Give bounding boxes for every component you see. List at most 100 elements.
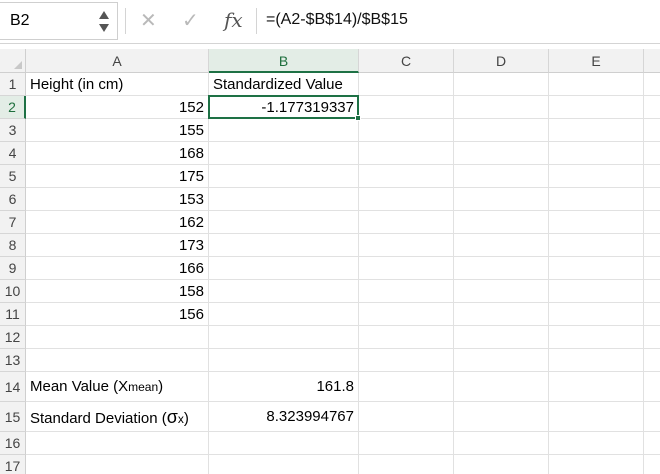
cell-b12[interactable]: [209, 326, 359, 349]
cell-c13[interactable]: [359, 349, 454, 372]
cell-e2[interactable]: [549, 96, 644, 119]
cell-e14[interactable]: [549, 372, 644, 402]
cell-c10[interactable]: [359, 280, 454, 303]
cell-f9[interactable]: [644, 257, 660, 280]
column-header-e[interactable]: E: [549, 49, 644, 73]
formula-input[interactable]: =(A2-$B$14)/$B$15: [266, 11, 408, 29]
cell-b1[interactable]: Standardized Value: [209, 73, 359, 96]
cell-d5[interactable]: [454, 165, 549, 188]
cell-d10[interactable]: [454, 280, 549, 303]
cell-a16[interactable]: [26, 432, 209, 455]
cell-d8[interactable]: [454, 234, 549, 257]
cell-e15[interactable]: [549, 402, 644, 432]
cell-f6[interactable]: [644, 188, 660, 211]
cell-a13[interactable]: [26, 349, 209, 372]
cell-b2[interactable]: -1.177319337: [209, 96, 359, 119]
cell-e17[interactable]: [549, 455, 644, 474]
cell-a5[interactable]: 175: [26, 165, 209, 188]
cell-a17[interactable]: [26, 455, 209, 474]
cell-d9[interactable]: [454, 257, 549, 280]
row-header-15[interactable]: 15: [0, 402, 26, 432]
confirm-icon[interactable]: ✓: [182, 10, 199, 32]
cell-c6[interactable]: [359, 188, 454, 211]
row-header-9[interactable]: 9: [0, 257, 26, 280]
cell-a15[interactable]: Standard Deviation (σx): [26, 402, 209, 432]
cell-d7[interactable]: [454, 211, 549, 234]
cell-a6[interactable]: 153: [26, 188, 209, 211]
cell-c2[interactable]: [359, 96, 454, 119]
column-header-c[interactable]: C: [359, 49, 454, 73]
row-header-8[interactable]: 8: [0, 234, 26, 257]
fill-handle[interactable]: [355, 115, 361, 121]
cell-e16[interactable]: [549, 432, 644, 455]
cell-a3[interactable]: 155: [26, 119, 209, 142]
cell-a11[interactable]: 156: [26, 303, 209, 326]
cell-d13[interactable]: [454, 349, 549, 372]
cell-f16[interactable]: [644, 432, 660, 455]
cell-f11[interactable]: [644, 303, 660, 326]
cell-a10[interactable]: 158: [26, 280, 209, 303]
select-all-corner[interactable]: [0, 49, 26, 73]
cell-d3[interactable]: [454, 119, 549, 142]
cell-e5[interactable]: [549, 165, 644, 188]
cell-e11[interactable]: [549, 303, 644, 326]
cell-b15[interactable]: 8.323994767: [209, 402, 359, 432]
cell-e10[interactable]: [549, 280, 644, 303]
cancel-icon[interactable]: ✕: [140, 10, 157, 32]
cell-b7[interactable]: [209, 211, 359, 234]
column-header-b[interactable]: B: [209, 49, 359, 73]
cell-c11[interactable]: [359, 303, 454, 326]
row-header-4[interactable]: 4: [0, 142, 26, 165]
cell-a4[interactable]: 168: [26, 142, 209, 165]
cell-b8[interactable]: [209, 234, 359, 257]
cell-b17[interactable]: [209, 455, 359, 474]
cell-b4[interactable]: [209, 142, 359, 165]
cell-b3[interactable]: [209, 119, 359, 142]
cell-e8[interactable]: [549, 234, 644, 257]
row-header-5[interactable]: 5: [0, 165, 26, 188]
cell-b10[interactable]: [209, 280, 359, 303]
column-header-d[interactable]: D: [454, 49, 549, 73]
row-header-10[interactable]: 10: [0, 280, 26, 303]
cell-c12[interactable]: [359, 326, 454, 349]
cell-a12[interactable]: [26, 326, 209, 349]
cell-f10[interactable]: [644, 280, 660, 303]
function-icon[interactable]: fx: [224, 8, 243, 32]
cell-a1[interactable]: Height (in cm): [26, 73, 209, 96]
name-box-stepper-icon[interactable]: [99, 9, 109, 35]
row-header-7[interactable]: 7: [0, 211, 26, 234]
cell-e13[interactable]: [549, 349, 644, 372]
row-header-13[interactable]: 13: [0, 349, 26, 372]
cell-e9[interactable]: [549, 257, 644, 280]
name-box[interactable]: B2: [0, 2, 118, 40]
row-header-6[interactable]: 6: [0, 188, 26, 211]
cell-a8[interactable]: 173: [26, 234, 209, 257]
cell-f14[interactable]: [644, 372, 660, 402]
cell-b11[interactable]: [209, 303, 359, 326]
row-header-2[interactable]: 2: [0, 96, 26, 119]
cell-d4[interactable]: [454, 142, 549, 165]
cell-f4[interactable]: [644, 142, 660, 165]
cell-d2[interactable]: [454, 96, 549, 119]
cell-c15[interactable]: [359, 402, 454, 432]
cell-e12[interactable]: [549, 326, 644, 349]
cell-a14[interactable]: Mean Value (Xmean): [26, 372, 209, 402]
cell-f1[interactable]: [644, 73, 660, 96]
cell-b5[interactable]: [209, 165, 359, 188]
cell-b6[interactable]: [209, 188, 359, 211]
cell-d12[interactable]: [454, 326, 549, 349]
cell-c1[interactable]: [359, 73, 454, 96]
cell-f2[interactable]: [644, 96, 660, 119]
cell-f7[interactable]: [644, 211, 660, 234]
cell-c3[interactable]: [359, 119, 454, 142]
cell-d17[interactable]: [454, 455, 549, 474]
cell-c9[interactable]: [359, 257, 454, 280]
cell-a9[interactable]: 166: [26, 257, 209, 280]
cell-f5[interactable]: [644, 165, 660, 188]
cell-f3[interactable]: [644, 119, 660, 142]
cell-f13[interactable]: [644, 349, 660, 372]
cell-c8[interactable]: [359, 234, 454, 257]
row-header-11[interactable]: 11: [0, 303, 26, 326]
row-header-14[interactable]: 14: [0, 372, 26, 402]
cell-d11[interactable]: [454, 303, 549, 326]
